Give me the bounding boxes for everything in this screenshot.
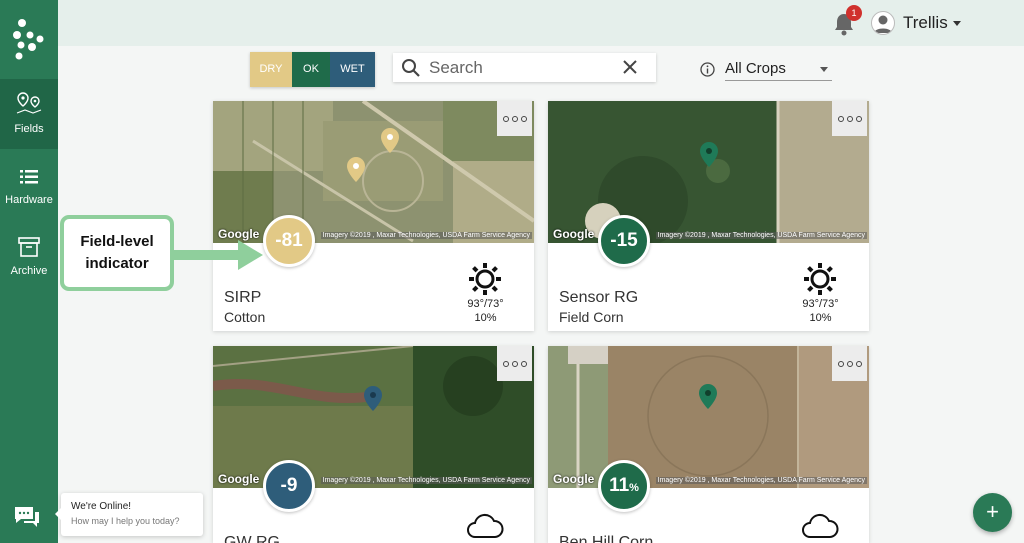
search-icon [402, 58, 420, 77]
sidebar-item-label: Hardware [5, 194, 53, 206]
chat-popup[interactable]: We're Online! How may I help you today? [55, 493, 203, 536]
cloud-icon [802, 513, 839, 538]
list-icon [20, 170, 38, 184]
rain-chance: 10% [474, 312, 497, 324]
google-attribution: Google [218, 472, 260, 486]
temperature-range: 93°/73° [467, 298, 504, 310]
map-attribution: Imagery ©2019 , Maxar Technologies, USDA… [655, 477, 867, 484]
add-field-button[interactable]: + [973, 493, 1012, 532]
arrow-right-icon [170, 240, 263, 270]
sun-icon [469, 263, 501, 295]
field-name: Sensor RG [559, 289, 639, 306]
sidebar-item-label: Archive [10, 265, 48, 277]
map-attribution: Imagery ©2019 , Maxar Technologies, USDA… [655, 232, 867, 239]
indicator-value: 11 [609, 475, 630, 496]
sidebar: Fields Hardware Archive [0, 0, 58, 543]
chat-subtitle: How may I help you today? [71, 516, 180, 526]
field-card-ben-hill-corn[interactable]: Google Imagery ©2019 , Maxar Technologie… [548, 346, 869, 543]
filter-dry-button[interactable]: DRY [250, 52, 292, 87]
user-menu[interactable]: Trellis [871, 10, 961, 36]
chevron-down-icon [820, 67, 828, 72]
indicator-value: -9 [280, 475, 298, 496]
trellis-logo[interactable] [0, 0, 58, 78]
indicator-value: -15 [610, 230, 638, 251]
indicator-value: -81 [275, 230, 303, 251]
filter-ok-button[interactable]: OK [292, 52, 330, 87]
archive-box-icon [18, 237, 40, 257]
sidebar-item-archive[interactable]: Archive [0, 221, 58, 291]
field-level-indicator: -15 [598, 215, 650, 267]
field-card-gw-rg[interactable]: Google Imagery ©2019 , Maxar Technologie… [213, 346, 534, 543]
sidebar-item-label: Fields [14, 123, 44, 135]
search-bar [393, 53, 656, 82]
field-crop: Cotton [224, 309, 266, 325]
field-level-indicator-callout: Field-level indicator [60, 215, 174, 291]
more-options-button[interactable] [497, 101, 532, 136]
chevron-down-icon [952, 20, 961, 26]
field-map [548, 101, 869, 243]
google-attribution: Google [553, 227, 595, 241]
google-attribution: Google [553, 472, 595, 486]
field-card-sirp[interactable]: Google Imagery ©2019 , Maxar Technologie… [213, 101, 534, 331]
search-input[interactable] [429, 57, 619, 78]
more-options-button[interactable] [832, 346, 867, 381]
chat-title: We're Online! [71, 501, 132, 512]
map-attribution: Imagery ©2019 , Maxar Technologies, USDA… [320, 477, 532, 484]
field-name: Ben Hill Corn [559, 534, 654, 543]
field-card-sensor-rg[interactable]: Google Imagery ©2019 , Maxar Technologie… [548, 101, 869, 331]
temperature-range: 93°/73° [802, 298, 839, 310]
avatar [871, 11, 895, 35]
cloud-icon [467, 513, 504, 538]
more-options-button[interactable] [832, 101, 867, 136]
crop-filter-select[interactable]: All Crops [725, 57, 832, 81]
user-name: Trellis [903, 13, 948, 32]
info-icon[interactable] [700, 62, 715, 77]
moisture-filter-group: DRY OK WET [250, 52, 375, 87]
map-pins-icon [16, 92, 42, 114]
sidebar-item-hardware[interactable]: Hardware [0, 150, 58, 220]
field-map [213, 101, 534, 243]
notification-count-badge: 1 [846, 5, 862, 21]
rain-chance: 10% [809, 312, 832, 324]
field-map [548, 346, 869, 488]
sidebar-item-fields[interactable]: Fields [0, 79, 58, 149]
field-map [213, 346, 534, 488]
field-name: SIRP [224, 289, 262, 306]
field-level-indicator: -81 [263, 215, 315, 267]
sun-icon [804, 263, 836, 295]
field-level-indicator: 11% [598, 460, 650, 512]
callout-line-2: indicator [85, 255, 149, 272]
crop-filter-value: All Crops [725, 60, 786, 77]
field-name: GW RG [224, 534, 280, 543]
more-options-button[interactable] [497, 346, 532, 381]
filter-wet-button[interactable]: WET [330, 52, 375, 87]
field-crop: Field Corn [559, 309, 624, 325]
map-attribution: Imagery ©2019 , Maxar Technologies, USDA… [320, 232, 532, 239]
callout-line-1: Field-level [80, 233, 154, 250]
chat-icon[interactable] [12, 504, 42, 530]
field-level-indicator: -9 [263, 460, 315, 512]
close-icon[interactable] [622, 59, 638, 75]
